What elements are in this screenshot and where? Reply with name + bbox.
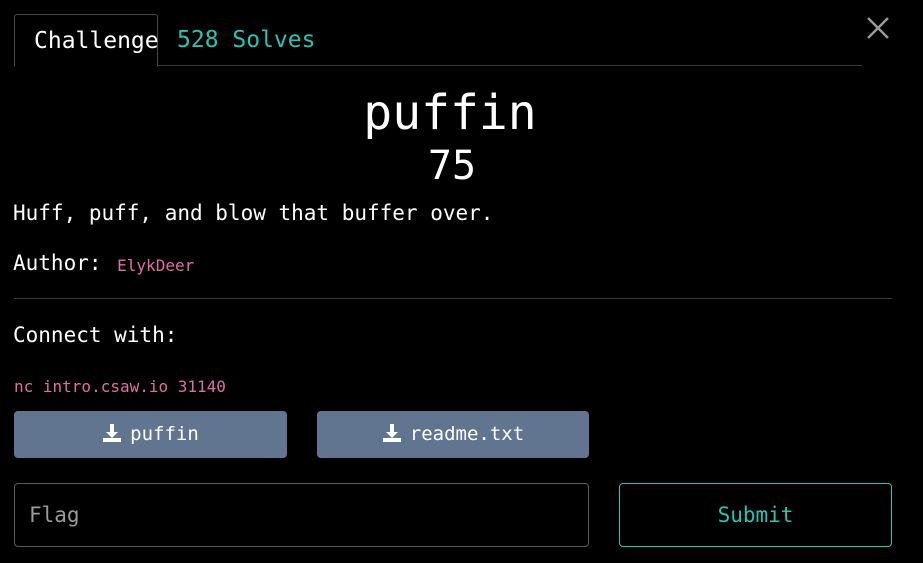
author-label: Author: [13,251,102,275]
divider [14,298,892,299]
challenge-title: puffin [363,85,537,141]
challenge-description: Huff, puff, and blow that buffer over. [13,201,494,225]
tab-challenge[interactable]: Challenge [14,14,159,67]
download-label: puffin [130,423,199,445]
download-icon [382,414,402,442]
download-label: readme.txt [409,423,525,445]
flag-input[interactable] [14,483,589,547]
author-name: ElykDeer [117,256,195,275]
download-puffin-button[interactable]: puffin [14,411,287,458]
tab-solves[interactable]: 528 Solves [158,14,334,66]
connect-command: nc intro.csaw.io 31140 [14,377,226,396]
submit-button[interactable]: Submit [619,483,892,547]
close-icon[interactable] [864,14,892,42]
challenge-points: 75 [427,143,477,189]
download-icon [102,414,122,442]
connect-label: Connect with: [13,323,178,347]
download-readme-button[interactable]: readme.txt [317,411,589,458]
author-row: Author: ElykDeer [13,248,194,278]
tab-bar: Challenge 528 Solves [14,14,862,67]
